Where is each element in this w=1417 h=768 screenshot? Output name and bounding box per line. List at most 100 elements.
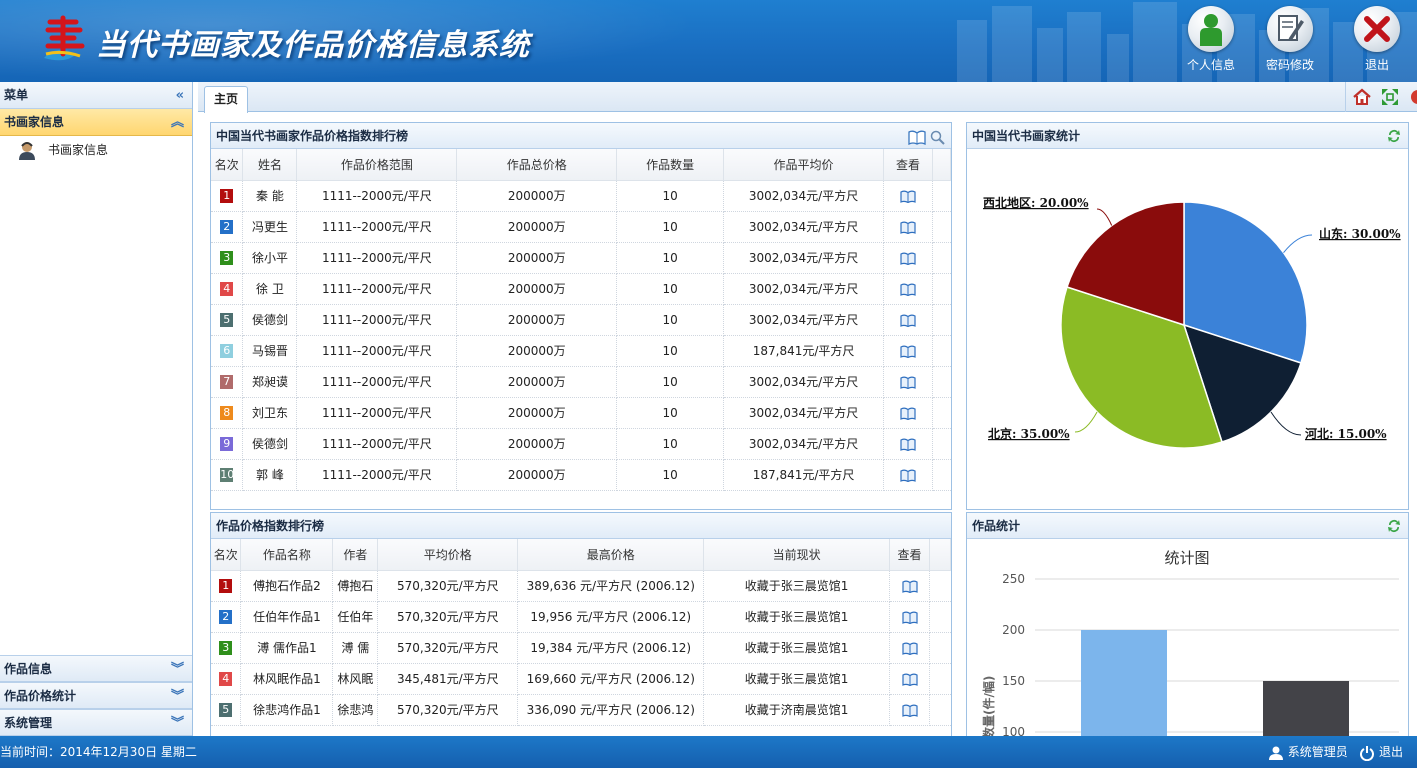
view-cell[interactable] bbox=[883, 242, 933, 274]
table-row[interactable]: 4 徐 卫 1111--2000元/平尺 200000万 10 3002,034元/平方尺 bbox=[211, 273, 951, 305]
table-row[interactable]: 9 侯德剑 1111--2000元/平尺 200000万 10 3002,034元/平方尺 bbox=[211, 428, 951, 460]
view-cell[interactable] bbox=[883, 397, 933, 429]
cell-total: 200000万 bbox=[456, 335, 618, 367]
double-chevron-up-icon[interactable]: ︽ bbox=[171, 109, 184, 136]
current-user[interactable]: 系统管理员 bbox=[1288, 745, 1348, 759]
cell-avg: 345,481元/平方尺 bbox=[377, 663, 519, 695]
scroll-gutter bbox=[929, 601, 951, 633]
bar[interactable] bbox=[1263, 681, 1349, 741]
view-book-icon[interactable] bbox=[900, 252, 916, 265]
col-count: 作品数量 bbox=[616, 149, 725, 181]
view-book-icon[interactable] bbox=[901, 580, 918, 593]
view-cell[interactable] bbox=[889, 632, 930, 664]
table-row[interactable]: 5 侯德剑 1111--2000元/平尺 200000万 10 3002,034元/平方尺 bbox=[211, 304, 951, 336]
cell-work: 任伯年作品1 bbox=[240, 601, 334, 633]
rank-badge: 5 bbox=[219, 703, 233, 717]
view-book-icon[interactable] bbox=[900, 190, 916, 203]
view-book-icon[interactable] bbox=[900, 438, 916, 451]
current-time: 当前时间：2014年12月30日 星期二 bbox=[0, 745, 197, 759]
sidebar: 菜单 « 书画家信息 ︽ 书画家信息 作品信息 ︾ 作品价格统计 ︾ 系统管理 … bbox=[0, 82, 193, 736]
view-cell[interactable] bbox=[889, 663, 930, 695]
book-icon[interactable] bbox=[908, 130, 926, 146]
view-book-icon[interactable] bbox=[900, 376, 916, 389]
table-row[interactable]: 6 马锡晋 1111--2000元/平尺 200000万 10 187,841元/平方尺 bbox=[211, 335, 951, 367]
search-icon[interactable] bbox=[930, 130, 945, 145]
view-cell[interactable] bbox=[883, 211, 933, 243]
view-cell[interactable] bbox=[889, 601, 930, 633]
view-book-icon[interactable] bbox=[900, 469, 916, 482]
table-row[interactable]: 10 郭 峰 1111--2000元/平尺 200000万 10 187,841元/平方尺 bbox=[211, 459, 951, 491]
rank-cell: 5 bbox=[211, 694, 242, 726]
logout-link[interactable]: 退出 bbox=[1379, 745, 1403, 759]
rank-badge: 6 bbox=[220, 344, 234, 358]
sidebar-section-artist-info[interactable]: 书画家信息 ︽ bbox=[0, 109, 192, 136]
table-row[interactable]: 1 秦 能 1111--2000元/平尺 200000万 10 3002,034元/平方尺 bbox=[211, 180, 951, 212]
table-row[interactable]: 3 溥 儒作品1 溥 儒 570,320元/平方尺 19,384 元/平方尺 (2006… bbox=[211, 632, 951, 664]
cell-author: 任伯年 bbox=[332, 601, 379, 633]
view-book-icon[interactable] bbox=[901, 611, 918, 624]
view-book-icon[interactable] bbox=[900, 314, 916, 327]
double-chevron-down-icon[interactable]: ︾ bbox=[171, 656, 184, 683]
table-row[interactable]: 4 林风眠作品1 林风眠 345,481元/平方尺 169,660 元/平方尺 (200… bbox=[211, 663, 951, 695]
close-tab-icon[interactable] bbox=[1408, 87, 1417, 107]
view-book-icon[interactable] bbox=[900, 407, 916, 420]
double-chevron-left-icon[interactable]: « bbox=[176, 82, 184, 109]
y-axis-label: 数量(件/幅) bbox=[981, 676, 996, 739]
view-cell[interactable] bbox=[883, 428, 933, 460]
cell-count: 10 bbox=[616, 428, 725, 460]
app-header: 当代书画家及作品价格信息系统 个人信息 密码修改 退出 bbox=[0, 0, 1417, 82]
view-cell[interactable] bbox=[883, 366, 933, 398]
refresh-icon[interactable] bbox=[1386, 128, 1402, 144]
cell-author: 徐悲鸿 bbox=[332, 694, 379, 726]
tab-home[interactable]: 主页 bbox=[204, 86, 248, 113]
table-row[interactable]: 8 刘卫东 1111--2000元/平尺 200000万 10 3002,034元/平方尺 bbox=[211, 397, 951, 429]
sidebar-section-label: 系统管理 bbox=[4, 716, 53, 730]
double-chevron-down-icon[interactable]: ︾ bbox=[171, 710, 184, 737]
sidebar-section-works[interactable]: 作品信息 ︾ bbox=[0, 655, 192, 682]
view-cell[interactable] bbox=[883, 304, 933, 336]
double-chevron-down-icon[interactable]: ︾ bbox=[171, 683, 184, 710]
profile-button[interactable]: 个人信息 bbox=[1180, 6, 1242, 76]
refresh-icon[interactable] bbox=[1386, 518, 1402, 534]
rank-badge: 1 bbox=[219, 579, 233, 593]
exit-button[interactable]: 退出 bbox=[1346, 6, 1408, 76]
table-row[interactable]: 5 徐悲鸿作品1 徐悲鸿 570,320元/平方尺 336,090 元/平方尺 (200… bbox=[211, 694, 951, 726]
view-book-icon[interactable] bbox=[901, 642, 918, 655]
works-stats-panel: 作品统计 统计图 250 200 150 100 数量(件/幅) bbox=[966, 512, 1409, 742]
view-book-icon[interactable] bbox=[901, 673, 918, 686]
scroll-gutter bbox=[932, 180, 951, 212]
cell-work: 徐悲鸿作品1 bbox=[240, 694, 334, 726]
view-book-icon[interactable] bbox=[900, 345, 916, 358]
view-book-icon[interactable] bbox=[900, 221, 916, 234]
view-cell[interactable] bbox=[883, 459, 933, 491]
table-row[interactable]: 1 傅抱石作品2 傅抱石 570,320元/平方尺 389,636 元/平方尺 (200… bbox=[211, 570, 951, 602]
view-cell[interactable] bbox=[883, 273, 933, 305]
table-row[interactable]: 3 徐小平 1111--2000元/平尺 200000万 10 3002,034元/平方尺 bbox=[211, 242, 951, 274]
view-cell[interactable] bbox=[889, 570, 930, 602]
view-cell[interactable] bbox=[889, 694, 930, 726]
panel-header: 作品统计 bbox=[967, 513, 1408, 539]
cell-name: 马锡晋 bbox=[242, 335, 298, 367]
sidebar-item-artist-info[interactable]: 书画家信息 bbox=[0, 136, 192, 164]
table-row[interactable]: 2 冯更生 1111--2000元/平尺 200000万 10 3002,034元/平方尺 bbox=[211, 211, 951, 243]
home-icon[interactable] bbox=[1352, 87, 1372, 107]
view-cell[interactable] bbox=[883, 180, 933, 212]
change-password-button[interactable]: 密码修改 bbox=[1259, 6, 1321, 76]
table-row[interactable]: 7 郑昶谟 1111--2000元/平尺 200000万 10 3002,034元/平方尺 bbox=[211, 366, 951, 398]
sidebar-section-system[interactable]: 系统管理 ︾ bbox=[0, 709, 192, 736]
power-icon[interactable] bbox=[1359, 745, 1375, 761]
table-row[interactable]: 2 任伯年作品1 任伯年 570,320元/平方尺 19,956 元/平方尺 (2006… bbox=[211, 601, 951, 633]
view-book-icon[interactable] bbox=[900, 283, 916, 296]
scroll-gutter bbox=[932, 211, 951, 243]
rank-badge: 8 bbox=[220, 406, 234, 420]
fullscreen-icon[interactable] bbox=[1380, 87, 1400, 107]
view-book-icon[interactable] bbox=[901, 704, 918, 717]
cell-avg: 3002,034元/平方尺 bbox=[723, 366, 885, 398]
pie-chart: 山东: 30.00% 河北: 15.00% 北京: 35.00% 西北地区: 20.0… bbox=[983, 195, 1401, 449]
sidebar-section-price-stats[interactable]: 作品价格统计 ︾ bbox=[0, 682, 192, 709]
artist-ranking-panel: 中国当代书画家作品价格指数排行榜 名次 姓名 作品价格范围 作品总价格 作品数量… bbox=[210, 122, 952, 510]
bar[interactable] bbox=[1081, 630, 1167, 741]
view-cell[interactable] bbox=[883, 335, 933, 367]
scroll-gutter bbox=[929, 694, 951, 726]
cell-avg: 3002,034元/平方尺 bbox=[723, 304, 885, 336]
